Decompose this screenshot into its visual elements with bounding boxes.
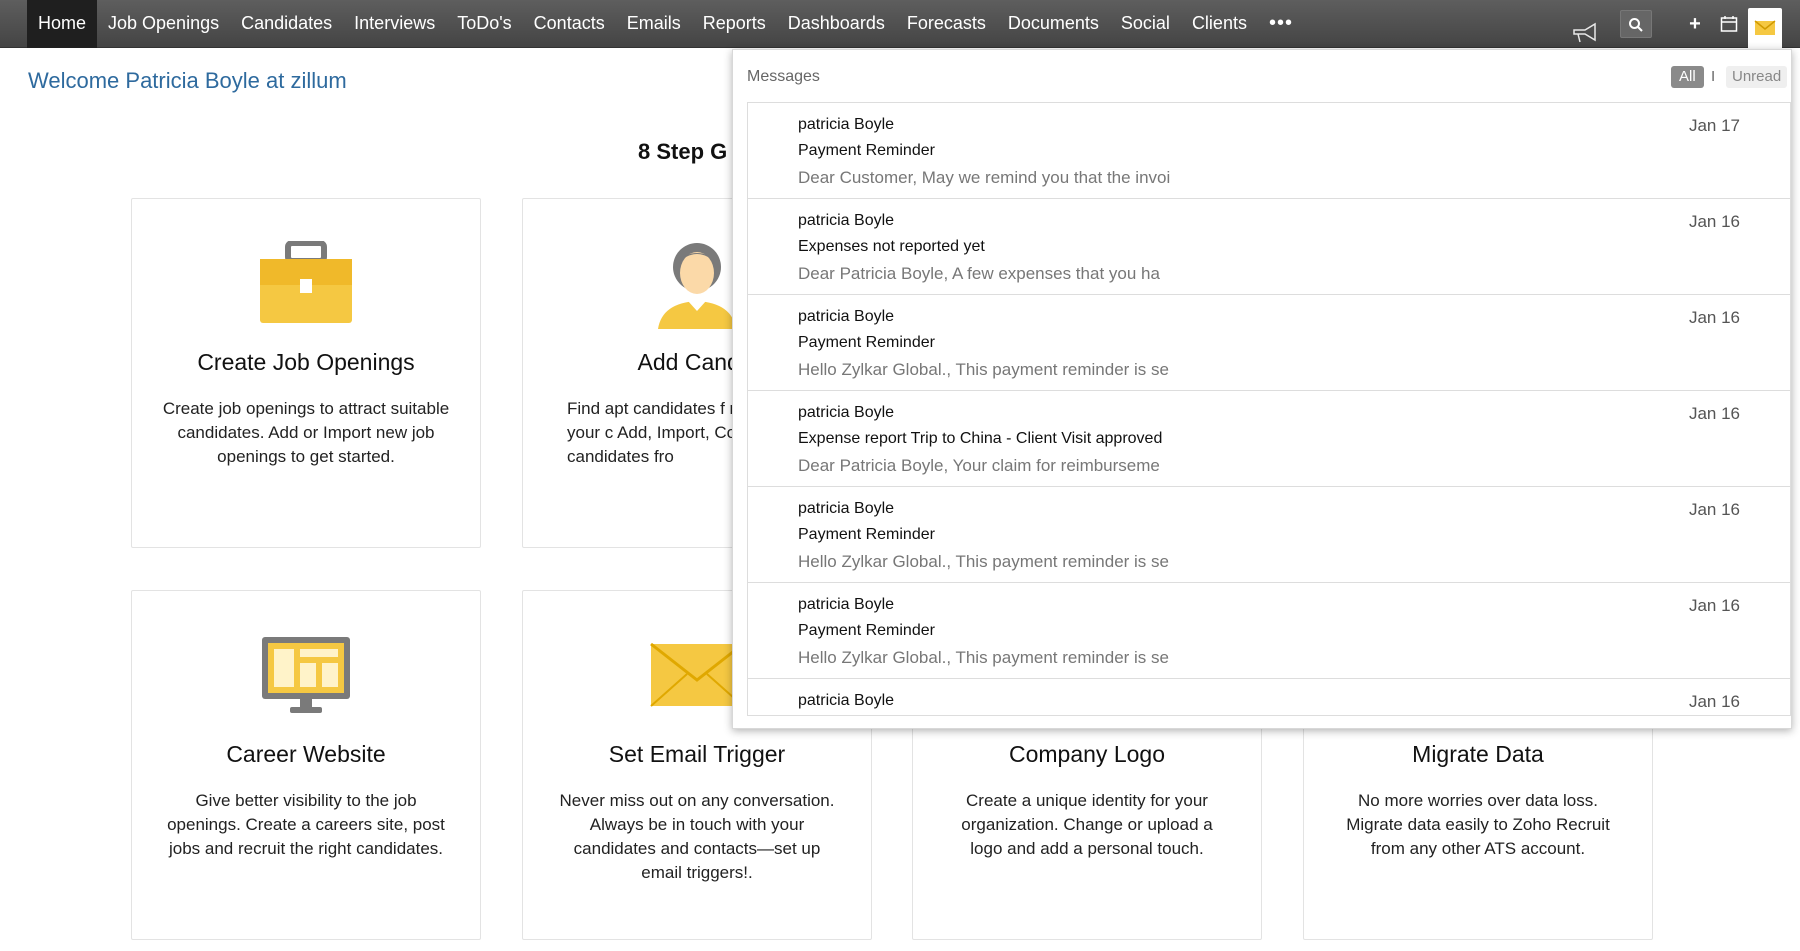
messages-icon[interactable] <box>1748 8 1782 48</box>
message-date: Jan 16 <box>1688 404 1740 423</box>
message-preview: Hello Zylkar Global., This payment remin… <box>798 360 1169 379</box>
message-date: Jan 16 <box>1688 308 1740 327</box>
message-item[interactable]: patricia Boyle Payment Reminder Hello Zy… <box>748 295 1790 391</box>
message-preview: Hello Zylkar Global., This payment remin… <box>798 648 1169 667</box>
message-item[interactable]: patricia Boyle Payment Reminder Hello Zy… <box>748 487 1790 583</box>
message-date: Jan 16 <box>1688 692 1740 711</box>
message-sender: patricia Boyle <box>798 404 895 421</box>
calendar-icon[interactable] <box>1714 10 1744 38</box>
messages-panel: Messages All I Unread patricia Boyle Pay… <box>732 49 1792 729</box>
message-sender: patricia Boyle <box>798 212 895 229</box>
message-item[interactable]: patricia Boyle Payment Reminder Hello Zy… <box>748 583 1790 679</box>
main-nav: Home Job Openings Candidates Interviews … <box>27 0 1302 48</box>
nav-clients[interactable]: Clients <box>1181 0 1258 48</box>
nav-dashboards[interactable]: Dashboards <box>777 0 896 48</box>
message-preview: Dear Customer, May we remind you that th… <box>798 168 1171 187</box>
filter-unread-button[interactable]: Unread <box>1726 66 1788 88</box>
card-title: Set Email Trigger <box>608 741 786 767</box>
nav-emails[interactable]: Emails <box>616 0 692 48</box>
message-preview: Dear Patricia Boyle, A few expenses that… <box>798 264 1160 283</box>
nav-job-openings[interactable]: Job Openings <box>97 0 230 48</box>
filter-separator: I <box>1711 68 1716 85</box>
message-subject: Expense report Trip to China - Client Vi… <box>798 430 1163 447</box>
card-description: No more worries over data loss. Migrate … <box>1346 791 1610 858</box>
nav-documents[interactable]: Documents <box>997 0 1110 48</box>
message-sender: patricia Boyle <box>798 308 895 325</box>
megaphone-icon[interactable] <box>1570 22 1602 44</box>
messages-list[interactable]: patricia Boyle Payment Reminder Dear Cus… <box>747 102 1791 716</box>
message-sender: patricia Boyle <box>798 500 895 517</box>
message-date: Jan 16 <box>1688 596 1740 615</box>
message-date: Jan 17 <box>1688 116 1740 135</box>
messages-header: Messages <box>747 68 820 85</box>
card-title: Company Logo <box>1009 741 1165 767</box>
message-subject: Payment Reminder <box>798 622 935 639</box>
nav-contacts[interactable]: Contacts <box>523 0 616 48</box>
card-description: Give better visibility to the job openin… <box>167 791 445 858</box>
filter-all-button[interactable]: All <box>1671 66 1704 88</box>
message-subject: Payment Reminder <box>798 526 935 543</box>
message-item[interactable]: patricia Boyle Jan 16 <box>748 679 1790 715</box>
nav-candidates[interactable]: Candidates <box>230 0 343 48</box>
message-sender: patricia Boyle <box>798 596 895 613</box>
briefcase-icon <box>132 237 480 329</box>
card-career-website[interactable]: Career Website Give better visibility to… <box>131 590 481 940</box>
message-sender: patricia Boyle <box>798 116 895 133</box>
message-date: Jan 16 <box>1688 212 1740 231</box>
nav-todos[interactable]: ToDo's <box>446 0 522 48</box>
message-item[interactable]: patricia Boyle Expenses not reported yet… <box>748 199 1790 295</box>
nav-social[interactable]: Social <box>1110 0 1181 48</box>
top-nav-bar: Home Job Openings Candidates Interviews … <box>0 0 1800 48</box>
monitor-icon <box>132 629 480 721</box>
welcome-text: Welcome Patricia Boyle at zillum <box>28 68 347 93</box>
message-subject: Payment Reminder <box>798 334 935 351</box>
nav-interviews[interactable]: Interviews <box>343 0 446 48</box>
add-icon[interactable]: + <box>1680 10 1710 38</box>
nav-home[interactable]: Home <box>27 0 98 48</box>
message-preview: Dear Patricia Boyle, Your claim for reim… <box>798 456 1160 475</box>
card-title: Career Website <box>226 741 386 767</box>
message-date: Jan 16 <box>1688 500 1740 519</box>
message-subject: Payment Reminder <box>798 142 935 159</box>
nav-reports[interactable]: Reports <box>692 0 777 48</box>
more-icon[interactable]: ••• <box>1258 0 1302 48</box>
message-preview: Hello Zylkar Global., This payment remin… <box>798 552 1169 571</box>
message-sender: patricia Boyle <box>798 692 895 709</box>
message-subject: Expenses not reported yet <box>798 238 985 255</box>
card-title: Create Job Openings <box>197 349 415 375</box>
card-description: Never miss out on any conversation. Alwa… <box>559 791 835 882</box>
guide-title: 8 Step G <box>638 139 728 164</box>
message-item[interactable]: patricia Boyle Expense report Trip to Ch… <box>748 391 1790 487</box>
card-description: Create a unique identity for your organi… <box>961 791 1213 858</box>
search-icon[interactable] <box>1620 10 1652 38</box>
card-create-job-openings[interactable]: Create Job Openings Create job openings … <box>131 198 481 548</box>
nav-forecasts[interactable]: Forecasts <box>896 0 997 48</box>
message-item[interactable]: patricia Boyle Payment Reminder Dear Cus… <box>748 103 1790 199</box>
card-description: Create job openings to attract suitable … <box>162 399 450 466</box>
card-title: Migrate Data <box>1412 741 1544 767</box>
